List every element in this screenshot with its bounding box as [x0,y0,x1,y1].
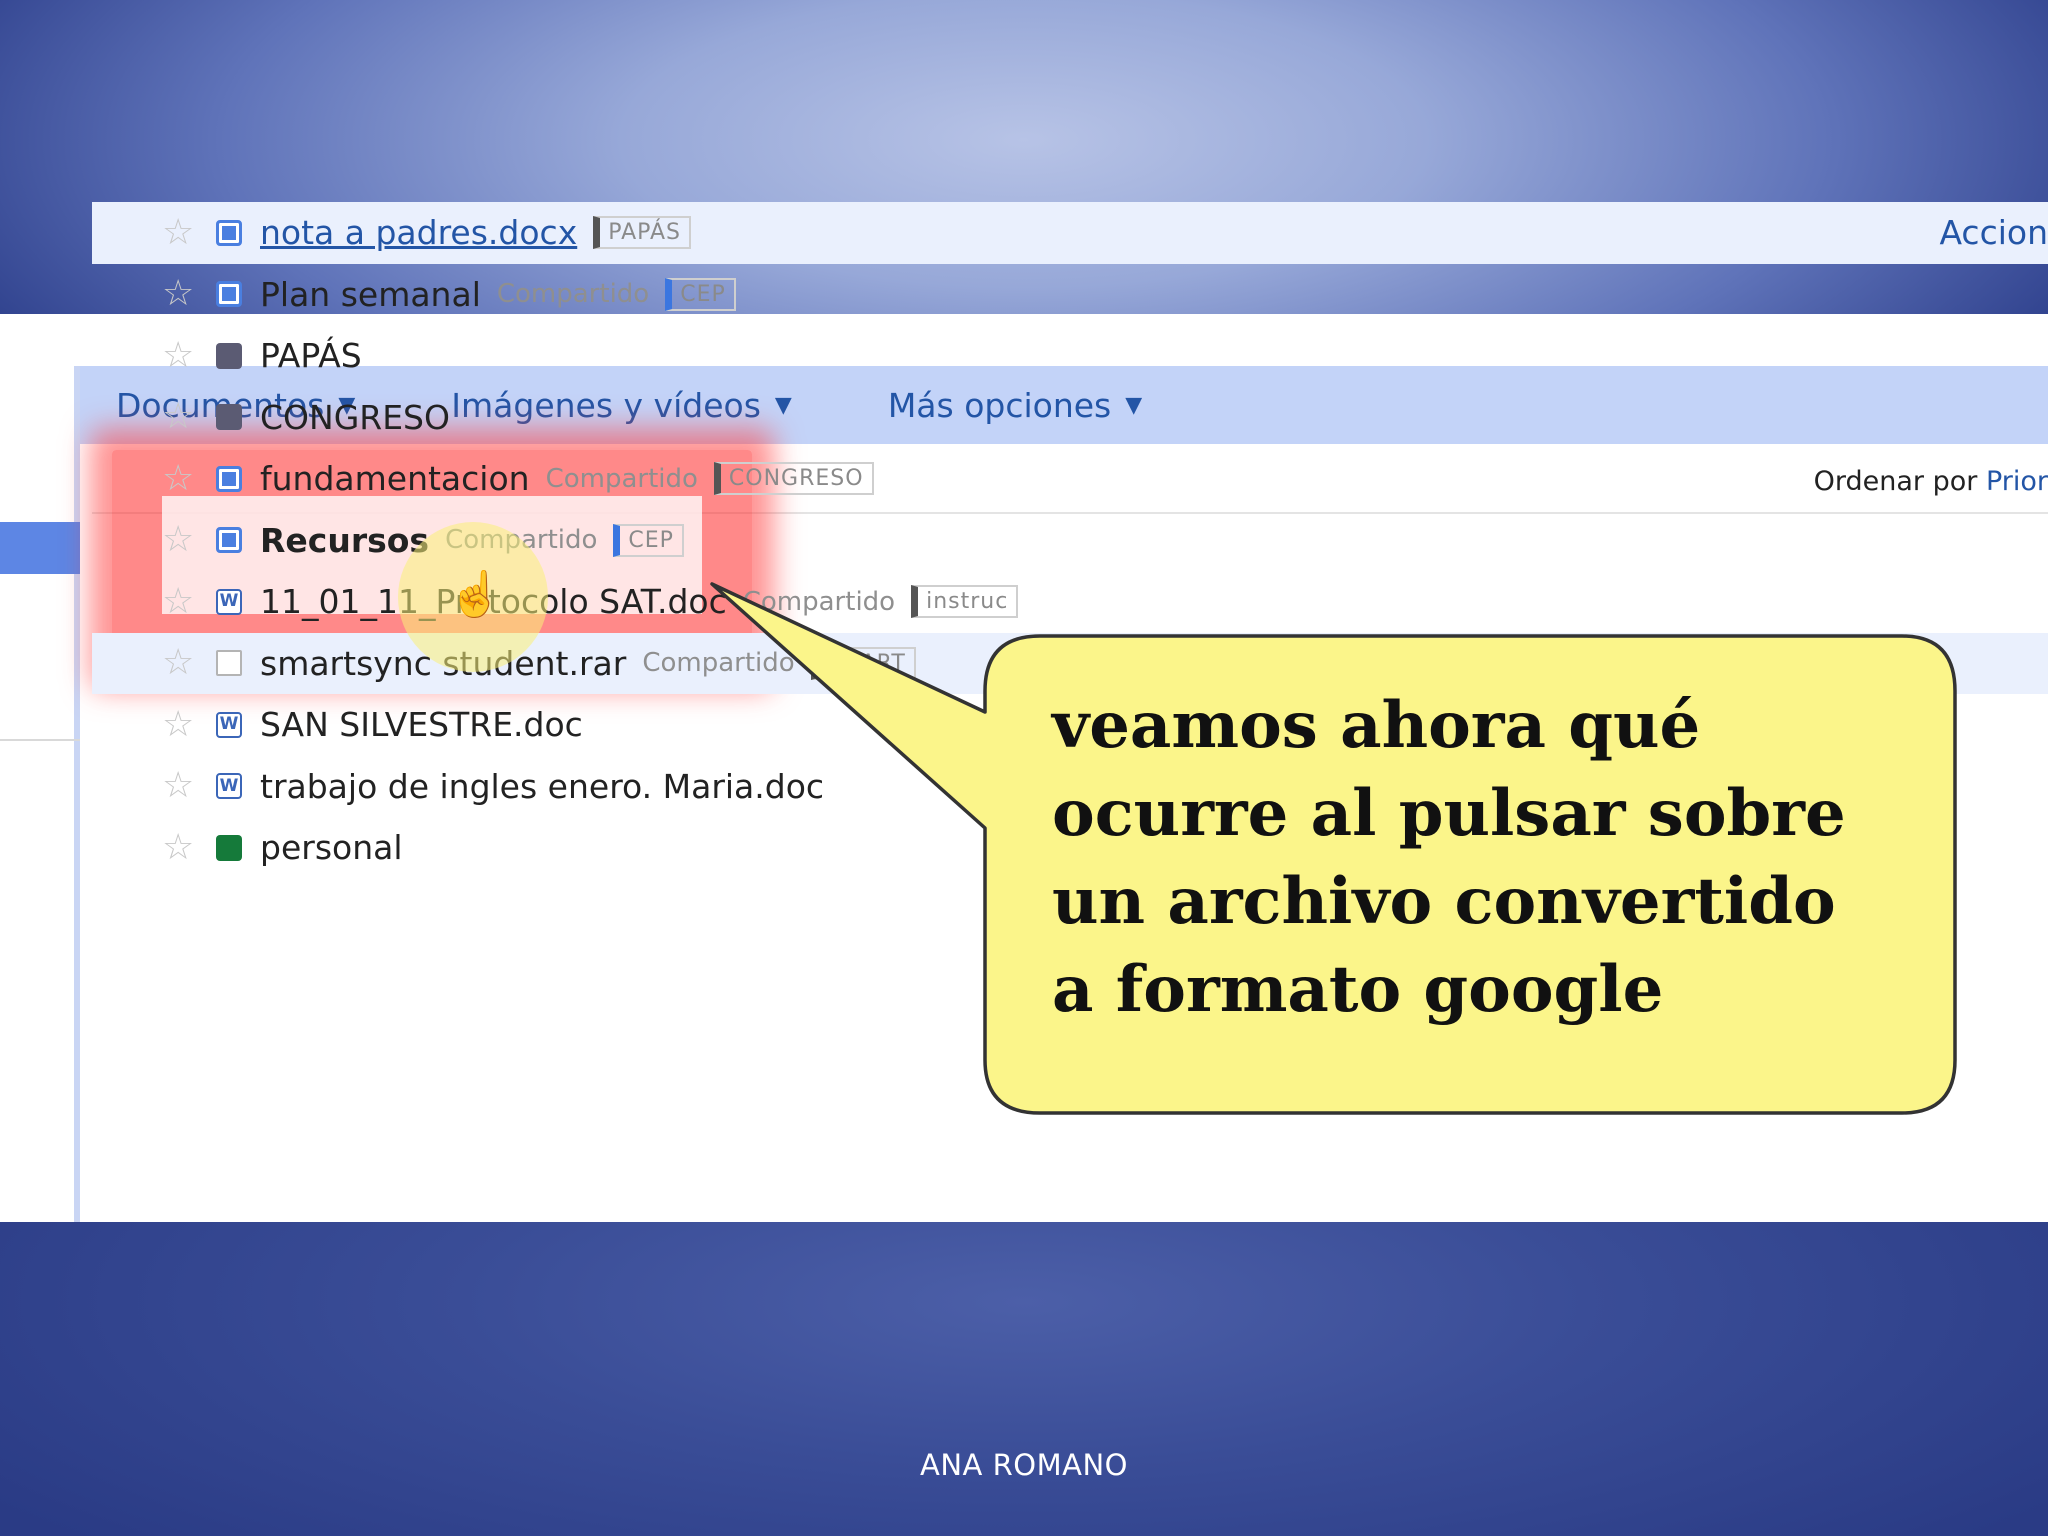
file-name[interactable]: trabajo de ingles enero. Maria.doc [260,767,824,806]
left-pane-divider [0,739,80,741]
star-icon[interactable]: ☆ [162,645,210,681]
word-doc-icon: W [216,773,242,800]
folder-tag[interactable]: CONGRESO [713,462,874,496]
folder-tag[interactable]: CEP [665,277,736,311]
callout-text: veamos ahora qué ocurre al pulsar sobre … [1052,682,1932,1034]
hand-cursor-icon: ☝ [448,570,503,619]
file-icon [216,650,242,677]
shared-label: Compartido [642,648,795,679]
file-name[interactable]: Plan semanal [260,275,481,314]
star-icon[interactable]: ☆ [162,768,210,804]
slide-bottom-background [0,1222,2048,1536]
callout-line: a formato google [1052,952,1664,1027]
document-icon [216,465,242,492]
folder-icon [216,342,242,369]
folder-name[interactable]: personal [260,828,403,867]
list-item[interactable]: ☆ PAPÁS [92,325,2048,387]
star-icon[interactable]: ☆ [162,276,210,312]
folder-tag[interactable]: SMART [810,646,916,680]
author-footer: ANA ROMANO [920,1448,1128,1482]
shared-label: Compartido [545,463,698,494]
file-name[interactable]: Recursos [260,521,429,560]
word-doc-icon: W [216,588,242,615]
left-navigation-pane [0,366,80,1222]
list-item[interactable]: ☆ nota a padres.docx PAPÁS Accion [92,202,2048,264]
star-icon[interactable]: ☆ [162,583,210,620]
document-icon [216,527,242,554]
list-item[interactable]: ☆ Plan semanal Compartido CEP [92,264,2048,326]
star-icon[interactable]: ☆ [162,214,210,251]
folder-icon [216,404,242,431]
callout-line: ocurre al pulsar sobre [1052,776,1846,851]
list-item[interactable]: ☆ fundamentacion Compartido CONGRESO [92,448,2048,510]
star-icon[interactable]: ☆ [162,522,210,558]
left-pane-selected-item[interactable] [0,522,80,574]
file-name[interactable]: fundamentacion [260,459,530,498]
callout-line: veamos ahora qué [1052,688,1701,763]
star-icon[interactable]: ☆ [162,337,210,374]
star-icon[interactable]: ☆ [162,399,210,435]
list-item[interactable]: ☆ CONGRESO [92,387,2048,449]
folder-name[interactable]: CONGRESO [260,398,450,437]
list-item[interactable]: ☆ Recursos Compartido CEP [92,510,2048,572]
file-name[interactable]: SAN SILVESTRE.doc [260,705,583,744]
document-icon [216,219,242,246]
callout-line: un archivo convertido [1052,864,1836,939]
document-icon [216,281,242,308]
folder-name[interactable]: PAPÁS [260,336,362,375]
file-name[interactable]: nota a padres.docx [260,213,577,252]
folder-tag[interactable]: instruc [911,585,1019,619]
shared-label: Compartido [496,279,650,310]
list-item[interactable]: ☆ W 11_01_11_Protocolo SAT.doc Compartid… [92,571,2048,633]
star-icon[interactable]: ☆ [162,829,210,866]
folder-tag[interactable]: PAPÁS [593,216,692,250]
star-icon[interactable]: ☆ [162,706,210,743]
folder-icon [216,834,242,861]
star-icon[interactable]: ☆ [162,460,210,497]
shared-label: Compartido [742,586,896,617]
word-doc-icon: W [216,711,242,738]
actions-menu[interactable]: Accion [1939,213,2048,252]
folder-tag[interactable]: CEP [613,523,684,557]
